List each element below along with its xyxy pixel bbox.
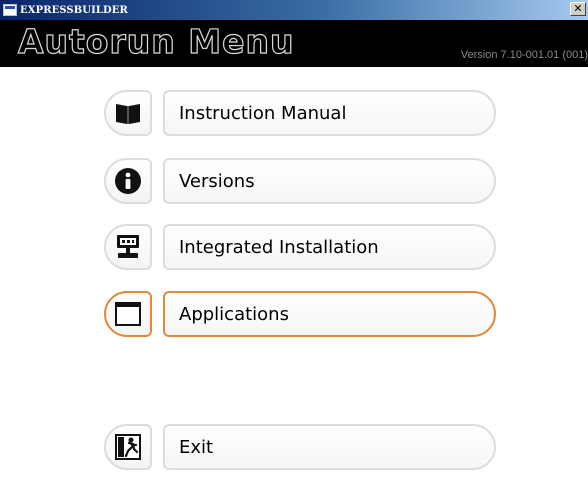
menu-label-button[interactable]: Applications <box>163 291 496 337</box>
exit-door-icon <box>114 433 142 461</box>
version-label: Version 7.10-001.01 (001) <box>460 49 588 61</box>
menu-icon-button[interactable] <box>104 90 152 136</box>
menu-icon-button[interactable] <box>104 424 152 470</box>
menu-item-integrated-installation[interactable]: Integrated Installation <box>104 224 496 270</box>
menu: Instruction Manual Versions Integrated I… <box>0 67 588 482</box>
menu-item-applications[interactable]: Applications <box>104 291 496 337</box>
menu-label-button[interactable]: Integrated Installation <box>163 224 496 270</box>
menu-item-label: Exit <box>179 436 214 458</box>
window-icon <box>114 300 142 328</box>
info-icon <box>114 167 142 195</box>
title-bar: EXPRESSBUILDER ✕ <box>0 0 588 20</box>
close-button[interactable]: ✕ <box>570 2 586 16</box>
menu-item-label: Instruction Manual <box>179 102 347 124</box>
menu-item-exit[interactable]: Exit <box>104 424 496 470</box>
menu-icon-button[interactable] <box>104 158 152 204</box>
menu-item-label: Versions <box>179 170 255 192</box>
header: Autorun Menu Version 7.10-001.01 (001) <box>0 20 588 67</box>
menu-item-versions[interactable]: Versions <box>104 158 496 204</box>
window-title: EXPRESSBUILDER <box>20 4 128 16</box>
menu-label-button[interactable]: Exit <box>163 424 496 470</box>
menu-item-label: Integrated Installation <box>179 236 379 258</box>
menu-item-label: Applications <box>179 303 289 325</box>
page-title: Autorun Menu <box>17 21 295 61</box>
menu-label-button[interactable]: Instruction Manual <box>163 90 496 136</box>
menu-icon-button[interactable] <box>104 224 152 270</box>
app-icon <box>3 4 17 16</box>
menu-icon-button[interactable] <box>104 291 152 337</box>
book-icon <box>114 99 142 127</box>
server-install-icon <box>114 233 142 261</box>
menu-item-instruction-manual[interactable]: Instruction Manual <box>104 90 496 136</box>
menu-label-button[interactable]: Versions <box>163 158 496 204</box>
